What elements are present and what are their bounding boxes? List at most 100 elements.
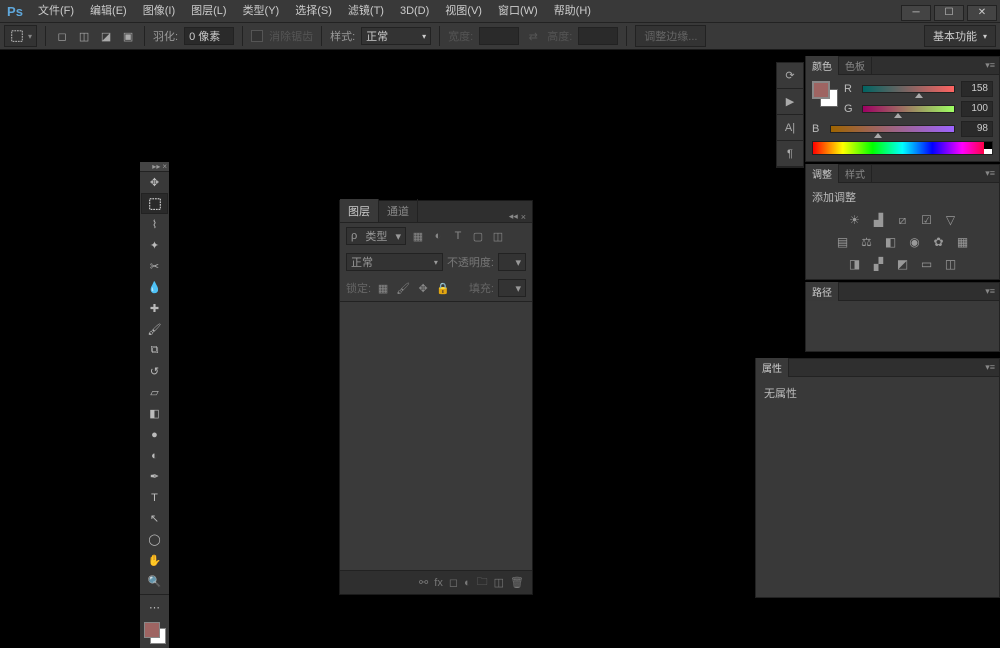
filter-smart-icon[interactable]: ◫: [490, 228, 506, 244]
history-brush-tool[interactable]: ↺: [141, 361, 168, 382]
b-value[interactable]: 98: [961, 121, 993, 137]
adj-posterize-icon[interactable]: ▞: [869, 255, 889, 273]
layer-mask-icon[interactable]: ◻: [449, 576, 458, 589]
adj-colorlookup-icon[interactable]: ▦: [953, 233, 973, 251]
healing-brush-tool[interactable]: ✚: [141, 298, 168, 319]
zoom-tool[interactable]: 🔍: [141, 571, 168, 592]
lock-all-icon[interactable]: 🔒: [435, 280, 451, 296]
lock-pixels-icon[interactable]: 🖌: [395, 280, 411, 296]
r-value[interactable]: 158: [961, 81, 993, 97]
tab-properties[interactable]: 属性: [756, 358, 789, 377]
new-layer-icon[interactable]: ◫: [494, 576, 504, 589]
layer-filter-kind[interactable]: ρ 类型 ▾: [346, 227, 406, 245]
tab-color[interactable]: 颜色: [806, 56, 839, 75]
sel-subtract-icon[interactable]: ◪: [98, 28, 114, 44]
dodge-tool[interactable]: ◐: [141, 445, 168, 466]
tool-preset-picker[interactable]: ▾: [4, 25, 37, 47]
eraser-tool[interactable]: ▱: [141, 382, 168, 403]
opacity-input[interactable]: ▾: [498, 253, 526, 271]
tab-styles[interactable]: 样式: [839, 164, 872, 183]
sel-intersect-icon[interactable]: ▣: [120, 28, 136, 44]
adj-invert-icon[interactable]: ◨: [845, 255, 865, 273]
eyedropper-tool[interactable]: 💧: [141, 277, 168, 298]
close-button[interactable]: ✕: [967, 5, 997, 21]
panel-menu-icon[interactable]: ▾≡: [981, 286, 999, 297]
filter-shape-icon[interactable]: ▢: [470, 228, 486, 244]
panel-menu-icon[interactable]: ▾≡: [981, 168, 999, 179]
character-icon[interactable]: A|: [777, 115, 803, 141]
adj-selectivecolor-icon[interactable]: ◫: [941, 255, 961, 273]
adj-bw-icon[interactable]: ◧: [881, 233, 901, 251]
adj-colorbalance-icon[interactable]: ⚖: [857, 233, 877, 251]
adj-levels-icon[interactable]: ▟: [869, 211, 889, 229]
adj-photofilter-icon[interactable]: ◉: [905, 233, 925, 251]
pen-tool[interactable]: ✒: [141, 466, 168, 487]
actions-icon[interactable]: ▶: [777, 89, 803, 115]
r-slider[interactable]: [862, 85, 955, 93]
tab-paths[interactable]: 路径: [806, 282, 839, 301]
shape-tool[interactable]: ◯: [141, 529, 168, 550]
adj-gradientmap-icon[interactable]: ▭: [917, 255, 937, 273]
adj-channelmixer-icon[interactable]: ✿: [929, 233, 949, 251]
new-group-icon[interactable]: 🗀: [477, 573, 488, 592]
color-ramp[interactable]: [812, 141, 993, 155]
blend-mode-select[interactable]: 正常▾: [346, 253, 443, 271]
g-slider[interactable]: [862, 105, 955, 113]
layer-fx-icon[interactable]: fx: [434, 577, 443, 589]
tab-adjustments[interactable]: 调整: [806, 164, 839, 183]
adj-vibrance-icon[interactable]: ▽: [941, 211, 961, 229]
gradient-tool[interactable]: ◧: [141, 403, 168, 424]
menu-image[interactable]: 图像(I): [135, 0, 183, 22]
foreground-color-swatch[interactable]: [144, 622, 160, 638]
filter-pixel-icon[interactable]: ▦: [410, 228, 426, 244]
fill-input[interactable]: ▾: [498, 279, 526, 297]
fg-swatch[interactable]: [812, 81, 830, 99]
sel-add-icon[interactable]: ◫: [76, 28, 92, 44]
workspace-switcher[interactable]: 基本功能▾: [924, 25, 996, 47]
paragraph-icon[interactable]: ¶: [777, 141, 803, 167]
tab-swatches[interactable]: 色板: [839, 56, 872, 75]
blur-tool[interactable]: ●: [141, 424, 168, 445]
menu-type[interactable]: 类型(Y): [235, 0, 288, 22]
menu-layer[interactable]: 图层(L): [183, 0, 234, 22]
filter-type-icon[interactable]: T: [450, 228, 466, 244]
collapse-icon[interactable]: ◂◂: [509, 211, 518, 222]
g-value[interactable]: 100: [961, 101, 993, 117]
menu-file[interactable]: 文件(F): [30, 0, 82, 22]
adj-threshold-icon[interactable]: ◩: [893, 255, 913, 273]
feather-input[interactable]: [184, 27, 234, 45]
color-picker-swatches[interactable]: [812, 81, 838, 107]
move-tool[interactable]: ✥: [141, 172, 168, 193]
toolbox-header[interactable]: ▸▸ ×: [140, 162, 169, 172]
delete-layer-icon[interactable]: 🗑: [510, 576, 524, 589]
brush-tool[interactable]: 🖌: [141, 319, 168, 340]
magic-wand-tool[interactable]: ✦: [141, 235, 168, 256]
filter-adj-icon[interactable]: ◐: [430, 228, 446, 244]
adj-hue-icon[interactable]: ▤: [833, 233, 853, 251]
menu-view[interactable]: 视图(V): [437, 0, 490, 22]
new-adj-layer-icon[interactable]: ◐: [464, 577, 471, 589]
panel-menu-icon[interactable]: ▾≡: [981, 60, 999, 71]
hand-tool[interactable]: ✋: [141, 550, 168, 571]
menu-filter[interactable]: 滤镜(T): [340, 0, 392, 22]
adj-curves-icon[interactable]: ⧄: [893, 211, 913, 229]
adj-exposure-icon[interactable]: ☑: [917, 211, 937, 229]
edit-toolbar-button[interactable]: ⋯: [141, 597, 168, 618]
sel-new-icon[interactable]: ◻: [54, 28, 70, 44]
lock-transparency-icon[interactable]: ▦: [375, 280, 391, 296]
lasso-tool[interactable]: ⌇: [141, 214, 168, 235]
menu-edit[interactable]: 编辑(E): [82, 0, 135, 22]
history-icon[interactable]: ⟳: [777, 63, 803, 89]
clone-stamp-tool[interactable]: ⧉: [141, 340, 168, 361]
adj-brightness-icon[interactable]: ☀: [845, 211, 865, 229]
menu-3d[interactable]: 3D(D): [392, 0, 437, 22]
type-tool[interactable]: T: [141, 487, 168, 508]
color-swatches[interactable]: [144, 622, 166, 644]
minimize-button[interactable]: ─: [901, 5, 931, 21]
panel-close-icon[interactable]: ×: [521, 212, 526, 222]
panel-menu-icon[interactable]: ▾≡: [981, 362, 999, 373]
tab-layers[interactable]: 图层: [340, 199, 379, 222]
style-select[interactable]: 正常▾: [361, 27, 431, 45]
link-layers-icon[interactable]: ⚯: [419, 576, 428, 589]
path-selection-tool[interactable]: ↖: [141, 508, 168, 529]
